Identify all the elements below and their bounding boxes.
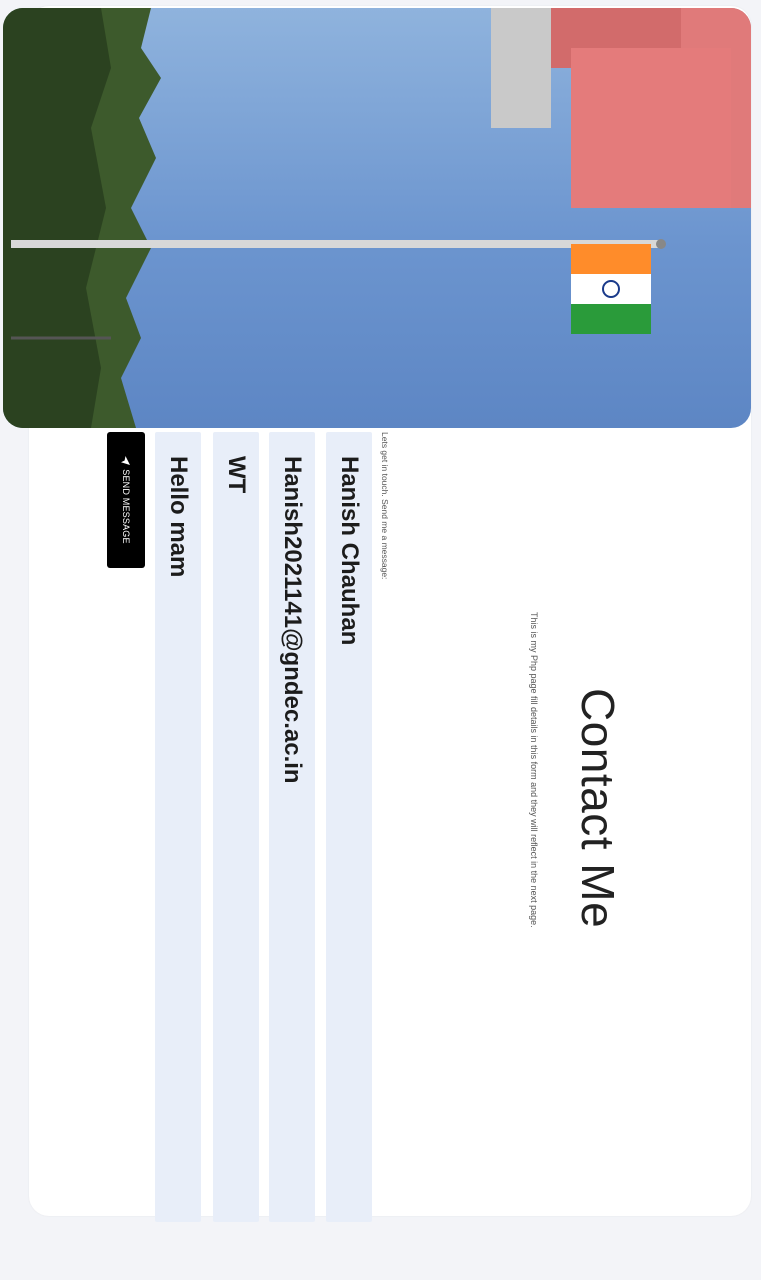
name-field[interactable]: Hanish Chauhan bbox=[326, 432, 372, 1222]
send-message-button[interactable]: SEND MESSAGE bbox=[107, 432, 145, 568]
send-message-label: SEND MESSAGE bbox=[121, 469, 131, 544]
subject-field[interactable]: WT bbox=[213, 432, 259, 1222]
send-icon bbox=[121, 456, 131, 466]
email-field[interactable]: Hanish2021141@gndec.ac.in bbox=[269, 432, 315, 1222]
flag-pole-photo bbox=[3, 8, 751, 428]
message-field[interactable]: Hello mam bbox=[155, 432, 201, 1222]
photo-illustration bbox=[3, 8, 751, 428]
form-hint: Lets get in touch. Send me a message: bbox=[380, 432, 390, 580]
screen: Contact Me This is my Php page fill deta… bbox=[0, 0, 761, 1280]
contact-page: Contact Me This is my Php page fill deta… bbox=[0, 0, 761, 1280]
contact-form-area: Contact Me This is my Php page fill deta… bbox=[0, 432, 761, 1232]
page-subtitle: This is my Php page fill details in this… bbox=[529, 612, 539, 928]
page-title: Contact Me bbox=[572, 688, 624, 929]
